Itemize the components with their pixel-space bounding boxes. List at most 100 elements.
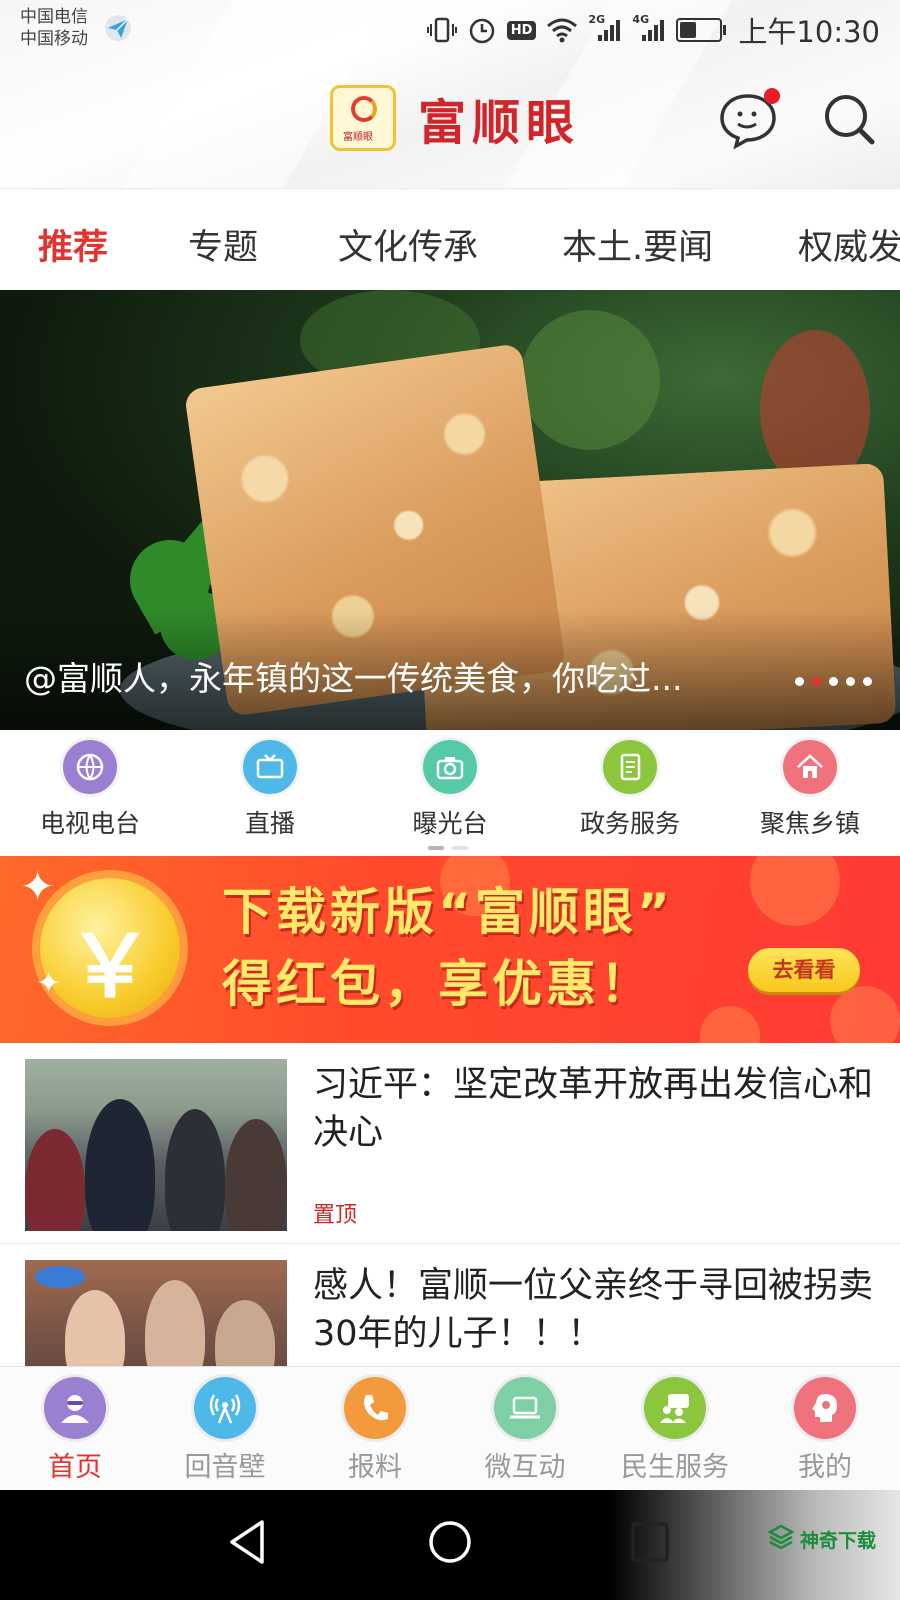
signal-sim1-icon: 2G <box>588 13 622 45</box>
promo-text: 下载新版“富顺眼” 得红包，享优惠！ <box>222 876 742 1020</box>
nav-echo-wall[interactable]: 回音壁 <box>150 1377 300 1484</box>
decor-coin <box>830 986 900 1043</box>
tv-icon <box>243 740 297 794</box>
nav-label: 我的 <box>798 1452 852 1483</box>
news-item[interactable]: 习近平：坚定改革开放再出发信心和决心 置顶 <box>0 1043 900 1244</box>
entry-label: 政务服务 <box>579 809 680 838</box>
entry-label: 聚焦乡镇 <box>759 809 860 838</box>
promo-banner[interactable]: ￥ ✦ ✦ 下载新版“富顺眼” 得红包，享优惠！ 去看看 <box>0 856 900 1043</box>
carousel-dots <box>795 677 872 686</box>
alarm-icon <box>469 18 494 44</box>
unread-dot <box>764 88 780 104</box>
news-title: 感人！富顺一位父亲终于寻回被拐卖30年的儿子！！！ <box>313 1266 874 1354</box>
document-icon <box>603 740 657 794</box>
phone-icon <box>344 1377 406 1439</box>
hero-carousel[interactable]: @富顺人，永年镇的这一传统美食，你吃过... <box>0 290 900 730</box>
pinned-tag: 置顶 <box>313 1203 358 1228</box>
entry-exposure[interactable]: 曝光台 <box>360 740 540 840</box>
entry-label: 直播 <box>244 809 295 838</box>
channel-tabs: 推荐 专题 文化传承 本土.要闻 权威发 <box>0 188 900 291</box>
tab-topics[interactable]: 专题 <box>188 219 258 270</box>
carousel-dot-active[interactable] <box>812 677 821 686</box>
nav-label: 报料 <box>348 1452 402 1483</box>
entry-label: 电视电台 <box>39 809 140 838</box>
search-icon[interactable] <box>822 92 878 148</box>
nav-livelihood[interactable]: 民生服务 <box>600 1377 750 1484</box>
status-icons: HD 2G 4G 上午10:30 <box>426 12 880 49</box>
carrier-names: 中国电信 中国移动 <box>20 6 88 50</box>
user-icon <box>44 1377 106 1439</box>
watermark-logo-icon <box>768 1524 794 1550</box>
broadcast-icon <box>194 1377 256 1439</box>
app-logo: 富顺眼 <box>330 85 396 151</box>
nav-label: 回音壁 <box>184 1452 266 1483</box>
tab-authority[interactable]: 权威发 <box>798 219 900 270</box>
pager-dot-active <box>428 846 444 850</box>
tab-recommend[interactable]: 推荐 <box>38 219 108 270</box>
bottom-navigation: 首页 回音壁 报料 微互动 民生服务 我的 <box>0 1366 900 1491</box>
entry-towns[interactable]: 聚焦乡镇 <box>720 740 900 840</box>
carousel-dot[interactable] <box>795 677 804 686</box>
entry-label: 曝光台 <box>412 809 488 838</box>
profile-icon <box>794 1377 856 1439</box>
tab-culture[interactable]: 文化传承 <box>338 219 478 270</box>
thumb-figure <box>85 1099 155 1231</box>
system-navigation-bar: 神奇下载 <box>0 1490 900 1600</box>
thumb-figure <box>25 1129 85 1231</box>
entry-tv-radio[interactable]: 电视电台 <box>0 740 180 840</box>
entry-government[interactable]: 政务服务 <box>540 740 720 840</box>
carousel-dot[interactable] <box>863 677 872 686</box>
nav-label: 首页 <box>48 1452 102 1483</box>
sparkle-icon: ✦ <box>36 966 62 1001</box>
entry-live[interactable]: 直播 <box>180 740 360 840</box>
sim2-label: 4G <box>632 13 650 26</box>
recents-icon[interactable] <box>628 1518 672 1566</box>
nav-interact[interactable]: 微互动 <box>450 1377 600 1484</box>
back-icon[interactable] <box>226 1518 270 1566</box>
pager-dot <box>452 846 468 850</box>
chat-group-icon <box>644 1377 706 1439</box>
app-name: 富顺眼 <box>418 95 581 151</box>
promo-go-button[interactable]: 去看看 <box>748 948 860 992</box>
app-header: 中国电信 中国移动 HD 2G 4G 上午10:30 富顺眼 富顺眼 <box>0 0 900 188</box>
hd-badge: HD <box>506 20 537 40</box>
clock: 上午10:30 <box>738 15 880 49</box>
tv-station-logo <box>35 1266 85 1288</box>
quick-entry-grid: 电视电台 直播 曝光台 政务服务 聚焦乡镇 <box>0 730 900 856</box>
vibrate-icon <box>426 17 457 43</box>
sim1-label: 2G <box>588 13 606 26</box>
carousel-dot[interactable] <box>846 677 855 686</box>
carrier-2: 中国移动 <box>20 29 88 49</box>
thumb-figure <box>165 1109 225 1231</box>
home-circle-icon[interactable] <box>426 1518 474 1566</box>
coin-symbol: ￥ <box>67 917 153 1017</box>
laptop-icon <box>494 1377 556 1439</box>
signal-sim2-icon: 4G <box>632 13 666 45</box>
carrier-1: 中国电信 <box>20 7 88 27</box>
news-thumbnail <box>25 1059 287 1231</box>
decor-coin <box>750 856 840 926</box>
promo-line-2: 得红包，享优惠！ <box>222 955 654 1013</box>
thumb-figure <box>225 1119 287 1231</box>
nav-mine[interactable]: 我的 <box>750 1377 900 1484</box>
news-title: 习近平：坚定改革开放再出发信心和决心 <box>313 1065 874 1153</box>
nav-report[interactable]: 报料 <box>300 1377 450 1484</box>
status-bar: 中国电信 中国移动 HD 2G 4G 上午10:30 <box>0 0 900 60</box>
nav-home[interactable]: 首页 <box>0 1377 150 1484</box>
wifi-icon <box>547 18 578 43</box>
carousel-dot[interactable] <box>829 677 838 686</box>
home-icon <box>783 740 837 794</box>
tab-local-news[interactable]: 本土.要闻 <box>562 219 713 270</box>
nav-label: 微互动 <box>484 1452 566 1483</box>
brand: 富顺眼 富顺眼 <box>330 84 580 152</box>
grid-pager <box>428 846 468 850</box>
bokeh <box>520 310 660 450</box>
nav-label: 民生服务 <box>621 1452 729 1483</box>
sparkle-icon: ✦ <box>20 862 56 911</box>
send-icon <box>105 15 131 41</box>
camera-icon <box>423 740 477 794</box>
promo-line-1: 下载新版“富顺眼” <box>222 883 674 941</box>
banner-caption[interactable]: @富顺人，永年镇的这一传统美食，你吃过... <box>24 652 764 700</box>
logo-mark <box>351 96 377 122</box>
logo-text: 富顺眼 <box>343 132 373 143</box>
